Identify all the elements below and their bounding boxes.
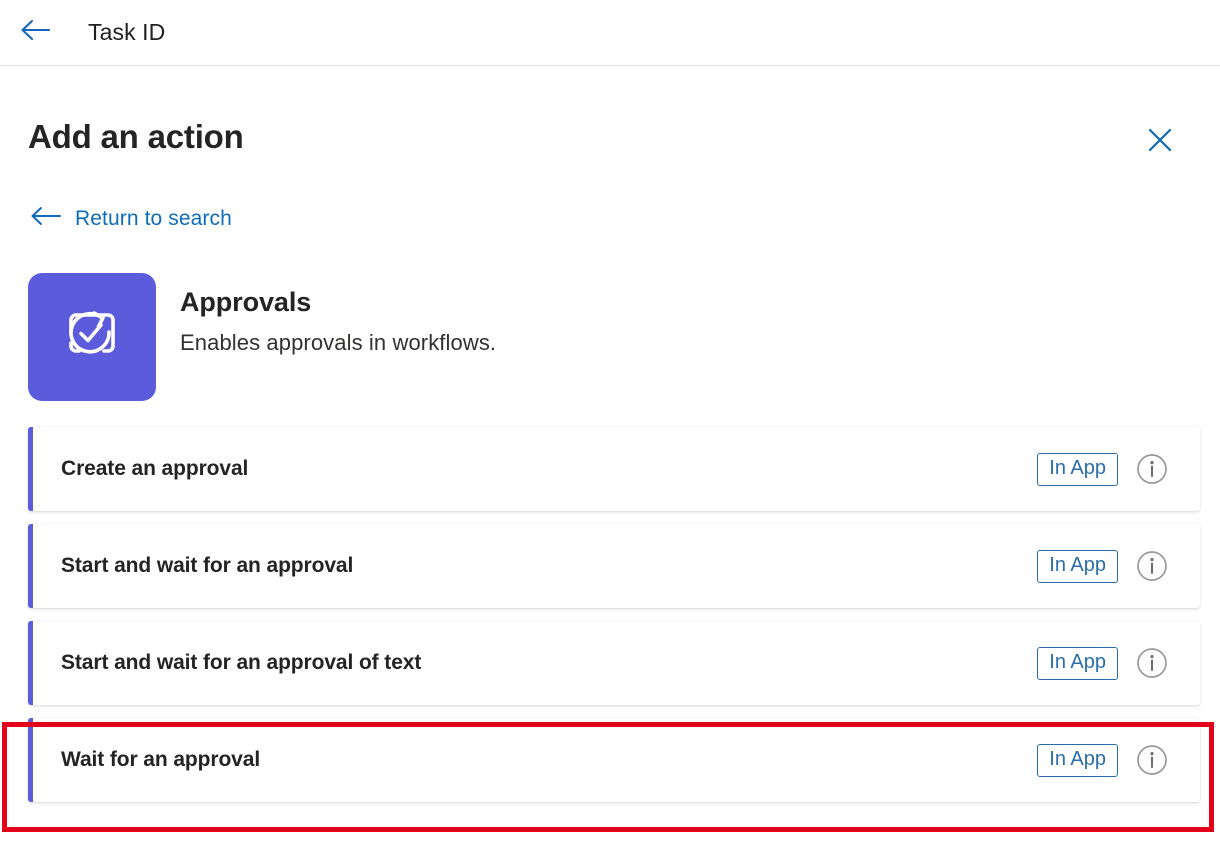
status-badge: In App: [1037, 549, 1118, 583]
accent-bar: [28, 621, 33, 705]
connector-description: Enables approvals in workflows.: [180, 330, 497, 355]
info-icon[interactable]: [1135, 646, 1169, 680]
close-icon: [1146, 126, 1174, 159]
action-label: Start and wait for an approval: [61, 554, 354, 577]
status-badge: In App: [1037, 743, 1118, 777]
connector-text: Approvals Enables approvals in workflows…: [180, 273, 496, 356]
back-button[interactable]: [14, 12, 56, 54]
action-label: Wait for an approval: [61, 748, 261, 771]
action-row[interactable]: Start and wait for an approval In App: [28, 524, 1200, 608]
close-button[interactable]: [1140, 122, 1180, 162]
accent-bar: [28, 427, 33, 511]
arrow-left-icon: [30, 206, 61, 231]
panel-header: Add an action: [24, 66, 1196, 162]
info-icon[interactable]: [1135, 743, 1169, 777]
action-row[interactable]: Wait for an approval In App: [28, 718, 1200, 802]
return-to-search-link[interactable]: Return to search: [30, 206, 232, 231]
page-title: Task ID: [88, 19, 166, 45]
top-app-bar: Task ID: [0, 0, 1220, 66]
accent-bar: [28, 718, 33, 802]
action-row[interactable]: Create an approval In App: [28, 427, 1200, 511]
action-row[interactable]: Start and wait for an approval of text I…: [28, 621, 1200, 705]
status-badge: In App: [1037, 646, 1118, 680]
connector-name: Approvals: [180, 287, 312, 317]
connector-header: Approvals Enables approvals in workflows…: [28, 273, 1196, 401]
action-label: Start and wait for an approval of text: [61, 651, 422, 674]
status-badge: In App: [1037, 452, 1118, 486]
return-to-search-label: Return to search: [75, 206, 232, 230]
action-label: Create an approval: [61, 457, 249, 480]
approvals-icon: [28, 273, 156, 401]
arrow-left-icon: [20, 19, 51, 46]
info-icon[interactable]: [1135, 549, 1169, 583]
accent-bar: [28, 524, 33, 608]
add-action-panel: Add an action Return to search Approvals…: [0, 66, 1220, 865]
info-icon[interactable]: [1135, 452, 1169, 486]
panel-title: Add an action: [28, 118, 244, 155]
action-list: Create an approval In App Start and wait…: [28, 427, 1200, 802]
